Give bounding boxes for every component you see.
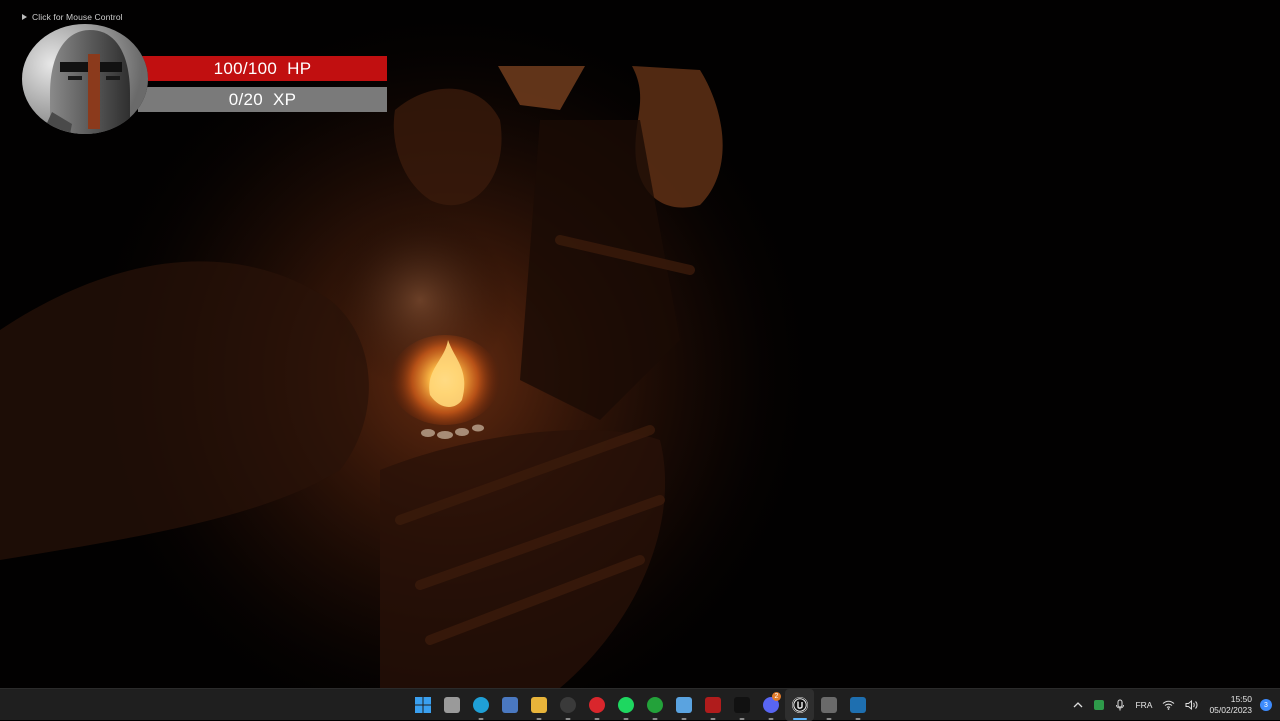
tiktok-icon <box>733 697 750 713</box>
show-hidden-icons-chevron-icon[interactable] <box>1068 689 1088 721</box>
taskbar-app-task-view[interactable] <box>437 689 466 721</box>
player-hud: 100/100 HP 0/20 XP <box>22 24 392 134</box>
taskbar-app-file-explorer[interactable] <box>524 689 553 721</box>
taskbar-clock[interactable]: 15:50 05/02/2023 <box>1203 694 1258 716</box>
photos-icon <box>675 697 692 713</box>
volume-icon[interactable] <box>1180 689 1203 721</box>
obs-icon <box>559 697 576 713</box>
taskbar-app-edge[interactable] <box>466 689 495 721</box>
hp-bar-label: 100/100 HP <box>213 58 312 78</box>
microphone-icon[interactable] <box>1110 689 1130 721</box>
folder-icon <box>530 697 547 713</box>
tool-app-icon <box>820 697 837 713</box>
taskbar-app-start[interactable] <box>408 689 437 721</box>
taskbar-app-photos[interactable] <box>669 689 698 721</box>
widgets-icon <box>501 697 518 713</box>
opera-icon <box>588 697 605 713</box>
system-tray: FRA 15:50 05/02/2023 3 <box>1068 689 1280 721</box>
blue-app-icon <box>849 697 866 713</box>
taskbar-apps: 2 <box>408 689 872 721</box>
mouse-hint-text: Click for Mouse Control <box>32 12 123 22</box>
task-view-icon <box>443 697 460 713</box>
taskbar-app-xbox[interactable] <box>640 689 669 721</box>
taskbar-app-unreal[interactable] <box>785 689 814 721</box>
notification-badge[interactable]: 3 <box>1260 699 1272 711</box>
play-arrow-icon <box>22 14 27 20</box>
spotify-icon <box>617 697 634 713</box>
edge-icon <box>472 697 489 713</box>
taskbar-app-discord[interactable]: 2 <box>756 689 785 721</box>
windows-start-icon <box>414 697 431 713</box>
game-app-icon <box>704 697 721 713</box>
windows-taskbar: 2 FRA 15:50 05/02/2023 3 <box>0 688 1280 721</box>
taskbar-app-spotify[interactable] <box>611 689 640 721</box>
tray-app-icon[interactable] <box>1088 689 1110 721</box>
taskbar-app-obs[interactable] <box>553 689 582 721</box>
xp-bar: 0/20 XP <box>138 87 387 112</box>
taskbar-app-app-blue[interactable] <box>843 689 872 721</box>
taskbar-app-tiktok[interactable] <box>727 689 756 721</box>
game-viewport[interactable]: Click for Mouse Control 100/100 HP 0/20 … <box>0 0 1280 688</box>
clock-date: 05/02/2023 <box>1209 705 1252 715</box>
mouse-control-hint[interactable]: Click for Mouse Control <box>22 12 123 22</box>
hp-bar: 100/100 HP <box>138 56 387 81</box>
taskbar-app-tool-app[interactable] <box>814 689 843 721</box>
unreal-engine-icon <box>791 697 808 713</box>
taskbar-app-widgets[interactable] <box>495 689 524 721</box>
language-indicator[interactable]: FRA <box>1130 689 1157 721</box>
taskbar-badge: 2 <box>772 692 781 701</box>
xp-bar-label: 0/20 XP <box>228 89 297 109</box>
wifi-icon[interactable] <box>1157 689 1180 721</box>
knight-helmet-portrait-icon <box>22 24 148 134</box>
taskbar-app-game-app[interactable] <box>698 689 727 721</box>
xbox-icon <box>646 697 663 713</box>
clock-time: 15:50 <box>1230 694 1252 704</box>
taskbar-app-opera[interactable] <box>582 689 611 721</box>
